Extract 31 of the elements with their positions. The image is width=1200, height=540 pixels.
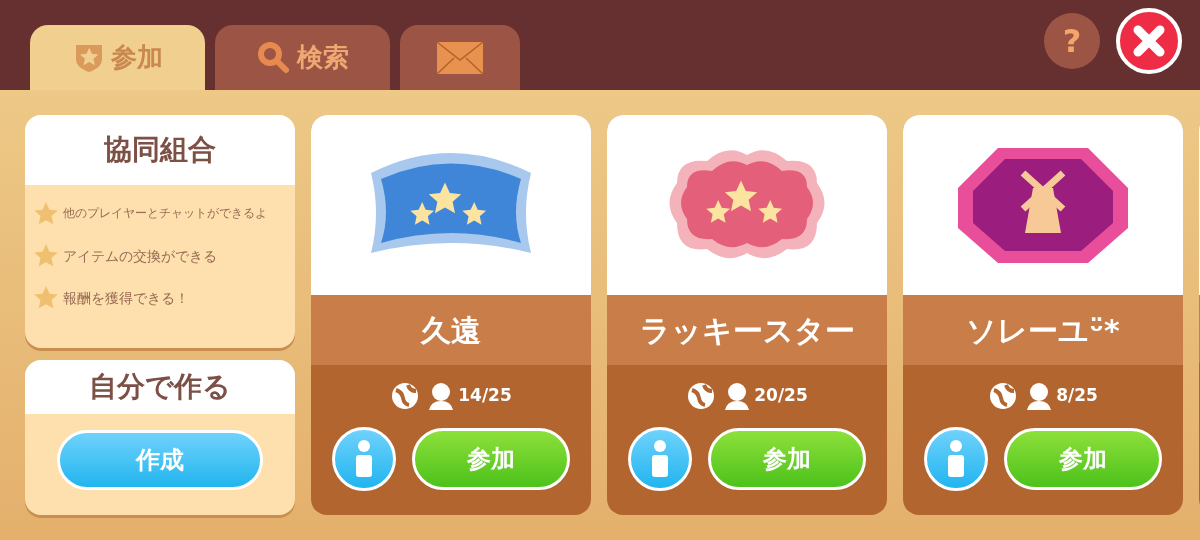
join-button[interactable]: 参加 bbox=[708, 428, 866, 490]
guild-name: ソレーユᵕ̈* bbox=[903, 295, 1183, 365]
feature-text: 他のプレイヤーとチャットができるよ bbox=[63, 205, 267, 223]
globe-icon bbox=[390, 381, 421, 411]
star-icon bbox=[33, 243, 59, 269]
panel-title: 自分で作る bbox=[25, 360, 295, 414]
guild-name: 久遠 bbox=[311, 295, 591, 365]
member-count: 20/25 bbox=[754, 384, 808, 408]
globe-icon bbox=[988, 381, 1019, 411]
member-count: 14/25 bbox=[458, 384, 512, 408]
feature-text: アイテムの交換ができる bbox=[63, 246, 217, 266]
star-icon bbox=[33, 285, 59, 311]
tab[interactable]: 参加 bbox=[30, 25, 205, 90]
tab[interactable] bbox=[400, 25, 520, 90]
feature-text: 報酬を獲得できる！ bbox=[63, 288, 189, 308]
person-icon bbox=[724, 382, 751, 410]
guild-name: ラッキースター bbox=[607, 295, 887, 365]
person-icon bbox=[1026, 382, 1053, 410]
search-icon bbox=[256, 40, 291, 75]
help-button[interactable]: ? bbox=[1044, 13, 1100, 69]
join-button[interactable]: 参加 bbox=[412, 428, 570, 490]
create-button[interactable]: 作成 bbox=[57, 430, 263, 490]
close-icon bbox=[1131, 23, 1167, 59]
join-button[interactable]: 参加 bbox=[1004, 428, 1162, 490]
globe-icon bbox=[686, 381, 717, 411]
tab[interactable]: 検索 bbox=[215, 25, 390, 90]
panel-title: 協同組合 bbox=[25, 115, 295, 185]
star-icon bbox=[33, 201, 59, 227]
member-count: 8/25 bbox=[1056, 384, 1098, 408]
person-icon bbox=[428, 382, 455, 410]
mail-icon bbox=[436, 39, 484, 76]
